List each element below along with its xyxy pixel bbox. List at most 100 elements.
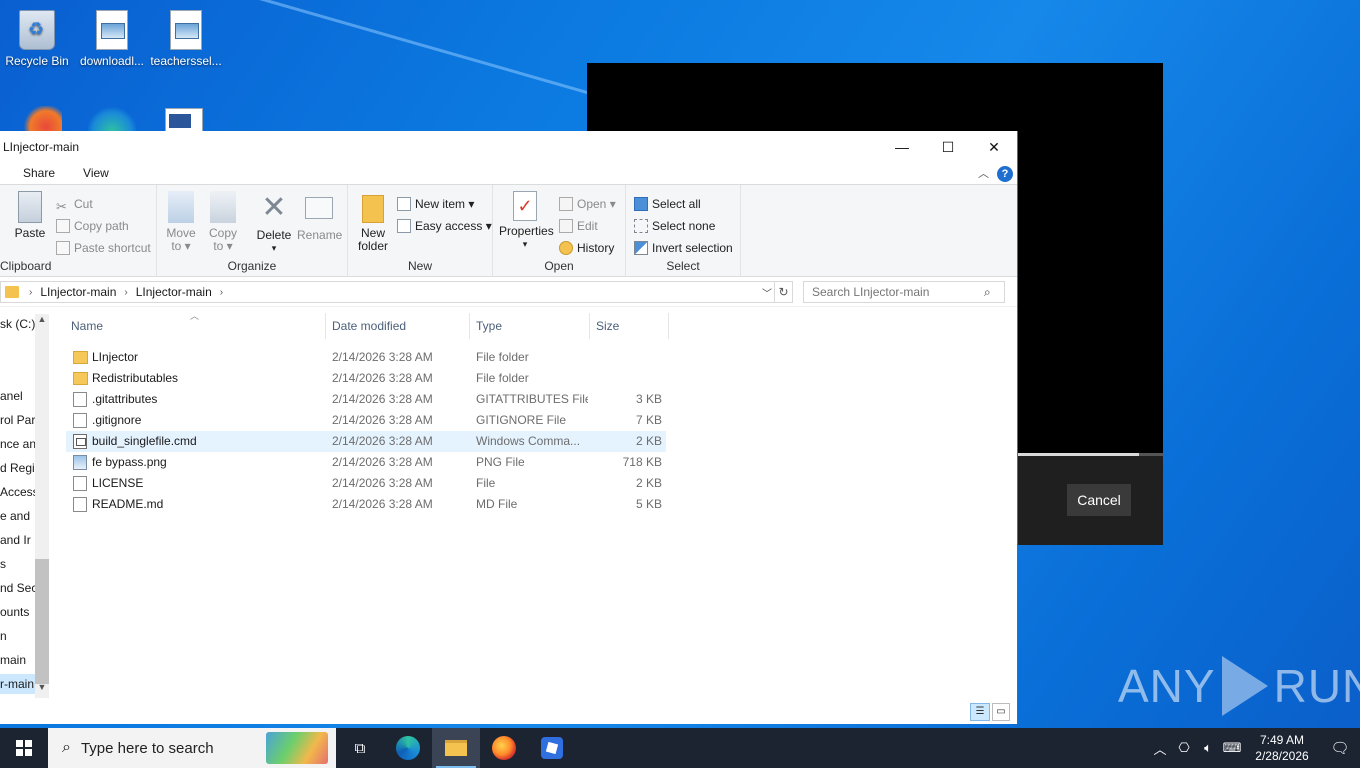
paste-shortcut-label: Paste shortcut — [74, 241, 151, 255]
file-row[interactable]: .gitignore 2/14/2026 3:28 AM GITIGNORE Fil… — [66, 410, 666, 431]
column-header-name[interactable]: Name — [66, 313, 326, 339]
file-size: 7 KB — [635, 413, 662, 427]
easy-access-button[interactable]: Easy access ▾ — [397, 216, 492, 236]
search-input[interactable] — [803, 281, 1005, 303]
copy-path-button[interactable]: Copy path — [56, 216, 129, 236]
select-none-button[interactable]: Select none — [634, 216, 715, 236]
collapse-ribbon-icon[interactable]: ︿ — [978, 165, 989, 181]
file-explorer-window: LInjector-main — ☐ ✕ Share View ︿ ? Past… — [0, 131, 1018, 724]
clock[interactable]: 7:49 AM 2/28/2026 — [1244, 732, 1320, 764]
new-folder-button[interactable]: New folder — [356, 191, 390, 253]
file-row[interactable]: README.md 2/14/2026 3:28 AM MD File 5 KB — [66, 494, 666, 515]
address-bar[interactable]: › LInjector-main › LInjector-main › ﹀ — [0, 281, 775, 303]
taskbar-app-button[interactable] — [528, 728, 576, 768]
paste-shortcut-button[interactable]: Paste shortcut — [56, 238, 151, 258]
copy-to-button[interactable]: Copy to ▾ — [207, 191, 239, 253]
chevron-up-icon[interactable]: ︿ — [1148, 739, 1172, 758]
details-view-button[interactable]: ☰ — [970, 703, 990, 721]
taskbar-edge-button[interactable] — [384, 728, 432, 768]
nav-item[interactable]: Access — [0, 482, 39, 502]
tab-share[interactable]: Share — [0, 162, 69, 184]
cut-button[interactable]: ✂ Cut — [56, 194, 93, 214]
file-row[interactable]: fe bypass.png 2/14/2026 3:28 AM PNG File 71… — [66, 452, 666, 473]
new-item-button[interactable]: New item ▾ — [397, 194, 474, 214]
taskbar-search-box[interactable]: ⌕ Type here to search — [48, 728, 336, 768]
maximize-button[interactable]: ☐ — [925, 131, 971, 163]
notification-icon[interactable]: 🗨︎ — [1320, 739, 1360, 757]
window-title: LInjector-main — [3, 140, 80, 154]
invert-selection-button[interactable]: Invert selection — [634, 238, 733, 258]
ribbon: Paste ✂ Cut Copy path Paste shortcut Cli… — [0, 185, 1017, 277]
open-button[interactable]: Open ▾ — [559, 194, 616, 214]
desktop-icon-teachers[interactable]: teacherssel... — [150, 10, 222, 68]
scroll-up-icon[interactable]: ▲ — [35, 314, 49, 330]
tab-view[interactable]: View — [69, 162, 123, 184]
nav-item-selected[interactable]: r-main — [0, 674, 35, 694]
column-header-size[interactable]: Size — [591, 313, 669, 339]
nav-item[interactable]: ounts — [0, 602, 29, 622]
anyrun-watermark: ANY RUN — [1118, 656, 1360, 716]
file-row[interactable]: LInjector 2/14/2026 3:28 AM File folder — [66, 347, 666, 368]
file-icon — [73, 476, 87, 491]
help-icon[interactable]: ? — [997, 166, 1013, 182]
desktop-icon-word-partial[interactable] — [165, 108, 203, 132]
cancel-button[interactable]: Cancel — [1067, 484, 1131, 516]
move-to-button[interactable]: Move to ▾ — [165, 191, 197, 253]
scroll-down-icon[interactable]: ▼ — [35, 682, 49, 698]
file-row[interactable]: Redistributables 2/14/2026 3:28 AM File fo… — [66, 368, 666, 389]
nav-item[interactable]: nce an — [0, 434, 36, 454]
network-icon[interactable]: ⎔ — [1172, 740, 1196, 756]
nav-item[interactable]: n — [0, 626, 7, 646]
minimize-button[interactable]: — — [879, 131, 925, 163]
nav-item[interactable]: anel — [0, 386, 23, 406]
file-row[interactable]: .gitattributes 2/14/2026 3:28 AM GITATTRIB… — [66, 389, 666, 410]
delete-label: Delete — [256, 228, 292, 242]
column-header-date[interactable]: Date modified — [327, 313, 470, 339]
image-file-icon — [73, 455, 87, 470]
nav-scrollbar-thumb[interactable] — [35, 559, 49, 684]
close-button[interactable]: ✕ — [971, 131, 1017, 163]
start-button[interactable] — [0, 728, 48, 768]
nav-item[interactable]: nd Sec — [0, 578, 37, 598]
large-icons-view-button[interactable]: ▭ — [992, 703, 1010, 721]
task-view-button[interactable]: ⧉ — [336, 728, 384, 768]
nav-item[interactable]: rol Par — [0, 410, 35, 430]
column-header-type[interactable]: Type — [471, 313, 590, 339]
nav-item[interactable]: sk (C:) — [0, 314, 35, 334]
select-all-button[interactable]: Select all — [634, 194, 701, 214]
desktop-icon-download[interactable]: downloadl... — [76, 10, 148, 68]
desktop-icon-app-partial[interactable] — [22, 106, 62, 132]
ribbon-group-new: New folder New item ▾ Easy access ▾ New — [348, 185, 493, 277]
task-view-icon: ⧉ — [354, 739, 366, 757]
nav-item[interactable]: and Ir — [0, 530, 31, 550]
file-size: 2 KB — [635, 476, 662, 490]
ribbon-group-clipboard: Paste ✂ Cut Copy path Paste shortcut Cli… — [0, 185, 157, 277]
desktop-icon-recycle-bin[interactable]: Recycle Bin — [1, 10, 73, 68]
refresh-button[interactable]: ↻ — [775, 281, 793, 303]
file-row[interactable]: build_singlefile.cmd 2/14/2026 3:28 AM Win… — [66, 431, 666, 452]
nav-item[interactable]: e and — [0, 506, 30, 526]
file-name: build_singlefile.cmd — [92, 434, 197, 448]
taskbar-explorer-button[interactable] — [432, 728, 480, 768]
select-none-icon — [634, 219, 648, 233]
breadcrumb-item[interactable]: LInjector-main — [36, 285, 120, 299]
properties-button[interactable]: ✓ Properties ▾ — [499, 191, 554, 251]
history-button[interactable]: History — [559, 238, 614, 258]
file-row[interactable]: LICENSE 2/14/2026 3:28 AM File 2 KB — [66, 473, 666, 494]
chevron-down-icon[interactable]: ﹀ — [762, 285, 772, 300]
desktop-icon-edge-partial[interactable] — [88, 106, 136, 132]
delete-button[interactable]: ✕ Delete ▾ — [255, 191, 293, 255]
volume-icon[interactable]: 🔈︎ — [1196, 740, 1220, 756]
rename-button[interactable]: Rename — [297, 191, 342, 242]
paste-button[interactable]: Paste — [14, 191, 46, 240]
breadcrumb-item[interactable]: LInjector-main — [132, 285, 216, 299]
nav-item[interactable]: s — [0, 554, 6, 574]
image-file-icon — [96, 10, 128, 50]
nav-item[interactable]: d Regi — [0, 458, 35, 478]
taskbar-firefox-button[interactable] — [480, 728, 528, 768]
edit-button[interactable]: Edit — [559, 216, 598, 236]
nav-item[interactable]: main — [0, 650, 26, 670]
keyboard-icon[interactable]: ⌨︎ — [1220, 740, 1244, 756]
folder-icon — [73, 372, 88, 385]
system-tray: ︿ ⎔ 🔈︎ ⌨︎ 7:49 AM 2/28/2026 🗨︎ — [1148, 728, 1360, 768]
